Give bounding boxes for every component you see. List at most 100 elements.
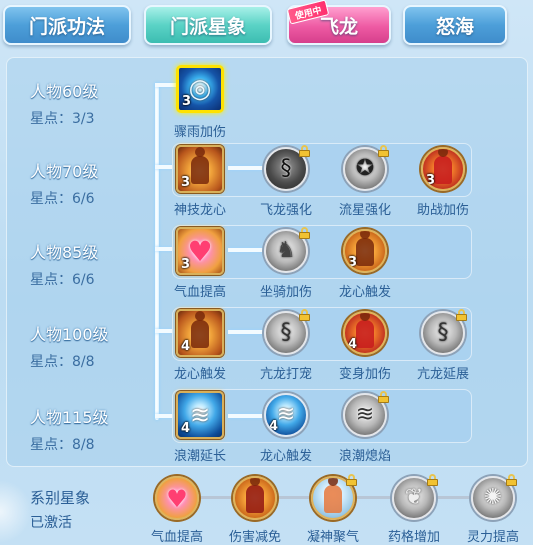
lock-icon <box>378 145 389 157</box>
tree-branch-line <box>155 83 177 87</box>
skill-level: 4 <box>269 419 279 434</box>
lock-icon <box>299 145 310 157</box>
lock-icon <box>299 227 310 239</box>
wave-icon[interactable]: ≋ 4 <box>176 391 224 439</box>
row-connector <box>228 330 264 334</box>
char-level: 人物70级 <box>30 162 99 181</box>
row-label-60: 人物60级 星点：3/3 <box>30 78 150 128</box>
char-level: 人物85级 <box>30 243 99 262</box>
skill-label: 龙心触发 <box>173 367 226 382</box>
figure-glyph <box>356 313 374 348</box>
row-connector <box>228 166 264 170</box>
skill-label: 伤害减免 <box>228 530 281 545</box>
skill-label: 龙心触发 <box>338 285 391 300</box>
herb-glyph: ❦ <box>404 485 424 510</box>
wave-icon[interactable]: ≋ 4 <box>264 393 308 437</box>
skill-label: 凝神聚气 <box>306 530 359 545</box>
skill-label: 亢龙延展 <box>416 367 469 382</box>
tab-label: 门派功法 <box>28 15 105 38</box>
char-level: 人物115级 <box>30 408 109 427</box>
lock-icon <box>506 474 517 486</box>
row-label-70: 人物70级 星点：6/6 <box>30 158 150 208</box>
tab-feilong[interactable]: 使用中 飞龙 <box>286 0 391 45</box>
dragon-trigger-icon[interactable]: 3 <box>343 229 387 273</box>
wave-glyph: ≋ <box>276 402 296 427</box>
tab-bar: 门派功法 门派星象 使用中 飞龙 怒海 <box>0 0 533 52</box>
spirit-glyph: ✺ <box>483 485 503 510</box>
tab-sect-skills[interactable]: 门派功法 <box>3 5 131 45</box>
mount-glyph: ♞ <box>276 238 296 263</box>
dragon-glyph: § <box>280 156 292 181</box>
figure-glyph <box>191 311 209 348</box>
row-label-115: 人物115级 星点：8/8 <box>30 404 150 454</box>
skill-level: 3 <box>181 175 191 190</box>
row-connector <box>228 414 264 418</box>
skill-level: 3 <box>426 173 436 188</box>
skill-label: 气血提高 <box>173 285 226 300</box>
star-points: 星点：6/6 <box>30 272 95 288</box>
dragon-heart-icon[interactable]: 3 <box>176 145 224 193</box>
corner-decoration <box>0 478 30 545</box>
lock-icon <box>456 309 467 321</box>
skill-label: 浪潮熄焰 <box>338 449 391 464</box>
skill-label: 龙心触发 <box>259 449 312 464</box>
heart-icon[interactable]: ♥ <box>155 476 199 520</box>
rain-swirl-icon[interactable]: ◎ 3 <box>176 65 224 113</box>
dragon-heart-icon[interactable]: 4 <box>176 309 224 357</box>
lock-icon <box>346 474 357 486</box>
tab-sect-stars[interactable]: 门派星象 <box>144 5 272 45</box>
skill-label: 亢龙打宠 <box>259 367 312 382</box>
heart-glyph: ♥ <box>166 484 188 513</box>
skill-level: 3 <box>181 257 191 272</box>
star-points: 星点：8/8 <box>30 354 95 370</box>
figure-glyph <box>324 478 342 513</box>
lock-icon <box>427 474 438 486</box>
lock-icon <box>378 391 389 403</box>
tree-trunk-line <box>155 83 159 420</box>
series-status: 已激活 <box>30 515 72 531</box>
dragon-glyph: § <box>437 320 449 345</box>
figure-glyph <box>434 149 452 184</box>
star-points: 星点：8/8 <box>30 437 95 453</box>
wave-glyph: ≋ <box>355 402 375 427</box>
skill-label: 浪潮延长 <box>173 449 226 464</box>
skill-label: 气血提高 <box>150 530 203 545</box>
tab-label: 门派星象 <box>169 15 246 38</box>
wave-glyph: ≋ <box>189 401 211 429</box>
series-label: 系别星象 已激活 <box>30 487 150 532</box>
skill-level: 4 <box>181 421 191 436</box>
figure-glyph <box>191 147 209 184</box>
skill-level: 4 <box>181 339 191 354</box>
skill-label: 神技龙心 <box>173 203 226 218</box>
figure-glyph <box>356 231 374 266</box>
heart-glyph: ♥ <box>187 234 213 268</box>
tab-nuhai[interactable]: 怒海 <box>403 5 507 45</box>
skill-label: 流星强化 <box>338 203 391 218</box>
assist-damage-icon[interactable]: 3 <box>421 147 465 191</box>
skill-label: 变身加伤 <box>338 367 391 382</box>
tab-label: 怒海 <box>435 15 474 38</box>
shield-figure-icon[interactable] <box>233 476 277 520</box>
series-title: 系别星象 <box>30 489 91 507</box>
skill-label: 助战加伤 <box>416 203 469 218</box>
char-level: 人物100级 <box>30 325 109 344</box>
transform-icon[interactable]: 4 <box>343 311 387 355</box>
lock-icon <box>299 309 310 321</box>
skill-label: 药格增加 <box>387 530 440 545</box>
figure-glyph <box>246 478 264 513</box>
heart-icon[interactable]: ♥ 3 <box>176 227 224 275</box>
skill-label: 飞龙强化 <box>259 203 312 218</box>
star-points: 星点：3/3 <box>30 111 95 127</box>
skill-level: 4 <box>348 337 358 352</box>
char-level: 人物60级 <box>30 82 99 101</box>
row-connector <box>228 248 264 252</box>
skill-level: 3 <box>348 255 358 270</box>
star-points: 星点：6/6 <box>30 191 95 207</box>
star-glyph: ✪ <box>355 156 375 181</box>
row-label-85: 人物85级 星点：6/6 <box>30 239 150 289</box>
swirl-glyph: ◎ <box>188 74 212 104</box>
row-label-100: 人物100级 星点：8/8 <box>30 321 150 371</box>
skill-label: 骤雨加伤 <box>173 125 226 140</box>
skill-level: 3 <box>182 94 192 109</box>
skill-label: 灵力提高 <box>466 530 519 545</box>
